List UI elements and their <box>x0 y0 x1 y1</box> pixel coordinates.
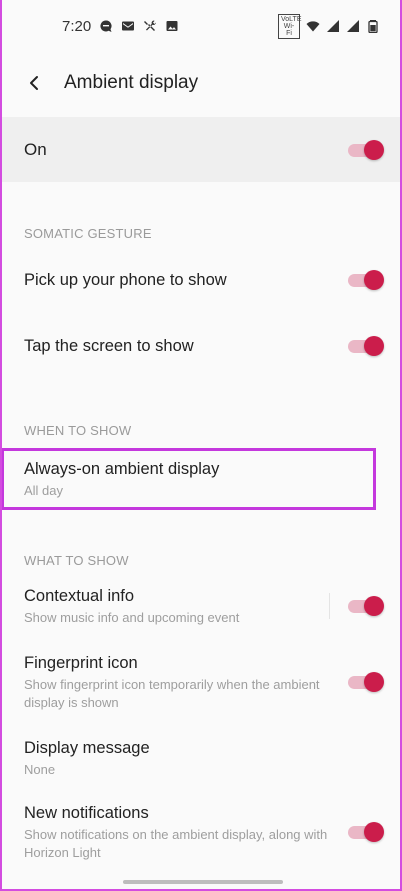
status-time: 7:20 <box>62 17 92 35</box>
wifi-icon <box>306 19 320 33</box>
page-title: Ambient display <box>64 72 199 93</box>
pref-pickup-title: Pick up your phone to show <box>24 271 227 289</box>
master-switch-label: On <box>24 139 47 159</box>
pref-fingerprint-summary: Show fingerprint icon temporarily when t… <box>24 677 320 710</box>
pref-always-on-text: Always-on ambient display All day <box>24 458 219 500</box>
pref-tap[interactable]: Tap the screen to show <box>2 324 400 368</box>
pref-contextual-title: Contextual info <box>24 587 135 605</box>
pref-pickup[interactable]: Pick up your phone to show <box>2 258 400 302</box>
pref-notifications-title: New notifications <box>24 804 149 822</box>
battery-icon <box>366 19 380 33</box>
pref-fingerprint-text: Fingerprint icon Show fingerprint icon t… <box>24 652 344 712</box>
pref-fingerprint[interactable]: Fingerprint icon Show fingerprint icon t… <box>2 652 400 712</box>
pref-display-message-title: Display message <box>24 739 150 757</box>
pref-notifications-summary: Show notifications on the ambient displa… <box>24 827 328 860</box>
pref-pickup-text: Pick up your phone to show <box>24 269 227 291</box>
section-header-what: WHAT TO SHOW <box>24 553 129 568</box>
signal-secondary-icon <box>346 19 360 33</box>
chat-bubble-icon <box>99 19 113 33</box>
gesture-nav-handle[interactable] <box>123 880 283 884</box>
section-header-somatic: SOMATIC GESTURE <box>24 226 152 241</box>
pref-notifications-text: New notifications Show notifications on … <box>24 802 344 862</box>
back-arrow-icon[interactable] <box>22 71 46 95</box>
status-left: 7:20 <box>62 18 179 35</box>
gmail-icon <box>121 19 135 33</box>
signal-icon <box>326 19 340 33</box>
fingerprint-toggle[interactable] <box>346 672 384 692</box>
volte-label: VoLTE <box>281 15 302 23</box>
pickup-toggle[interactable] <box>346 270 384 290</box>
status-right: VoLTE Wi-Fi <box>278 13 380 39</box>
screen: 7:20 VoLTE Wi-Fi Ambient display On SOMA… <box>0 0 402 891</box>
pref-notifications[interactable]: New notifications Show notifications on … <box>2 802 400 862</box>
pref-tap-text: Tap the screen to show <box>24 335 194 357</box>
pref-fingerprint-title: Fingerprint icon <box>24 654 138 672</box>
wifi-calling-label: Wi-Fi <box>283 22 295 37</box>
row-divider <box>329 593 330 619</box>
pref-always-on-title: Always-on ambient display <box>24 460 220 478</box>
status-bar: 7:20 VoLTE Wi-Fi <box>2 0 400 52</box>
pref-contextual[interactable]: Contextual info Show music info and upco… <box>2 584 400 628</box>
tools-icon <box>143 19 157 33</box>
master-toggle[interactable] <box>346 139 384 160</box>
pref-display-message-summary: None <box>24 762 56 777</box>
pref-tap-title: Tap the screen to show <box>24 337 194 355</box>
notifications-toggle[interactable] <box>346 822 384 842</box>
pref-contextual-text: Contextual info Show music info and upco… <box>24 585 239 627</box>
pref-display-message-text: Display message None <box>24 737 150 779</box>
pref-always-on[interactable]: Always-on ambient display All day <box>2 452 400 506</box>
master-switch-bar[interactable]: On <box>2 117 400 182</box>
pref-always-on-summary: All day <box>24 483 64 498</box>
pref-contextual-summary: Show music info and upcoming event <box>24 610 240 625</box>
section-header-when: WHEN TO SHOW <box>24 423 132 438</box>
image-icon <box>165 19 179 33</box>
pref-display-message[interactable]: Display message None <box>2 736 400 780</box>
contextual-toggle[interactable] <box>346 596 384 616</box>
app-bar: Ambient display <box>2 56 400 110</box>
volte-wifi-badge: VoLTE Wi-Fi <box>278 13 302 39</box>
tap-toggle[interactable] <box>346 336 384 356</box>
